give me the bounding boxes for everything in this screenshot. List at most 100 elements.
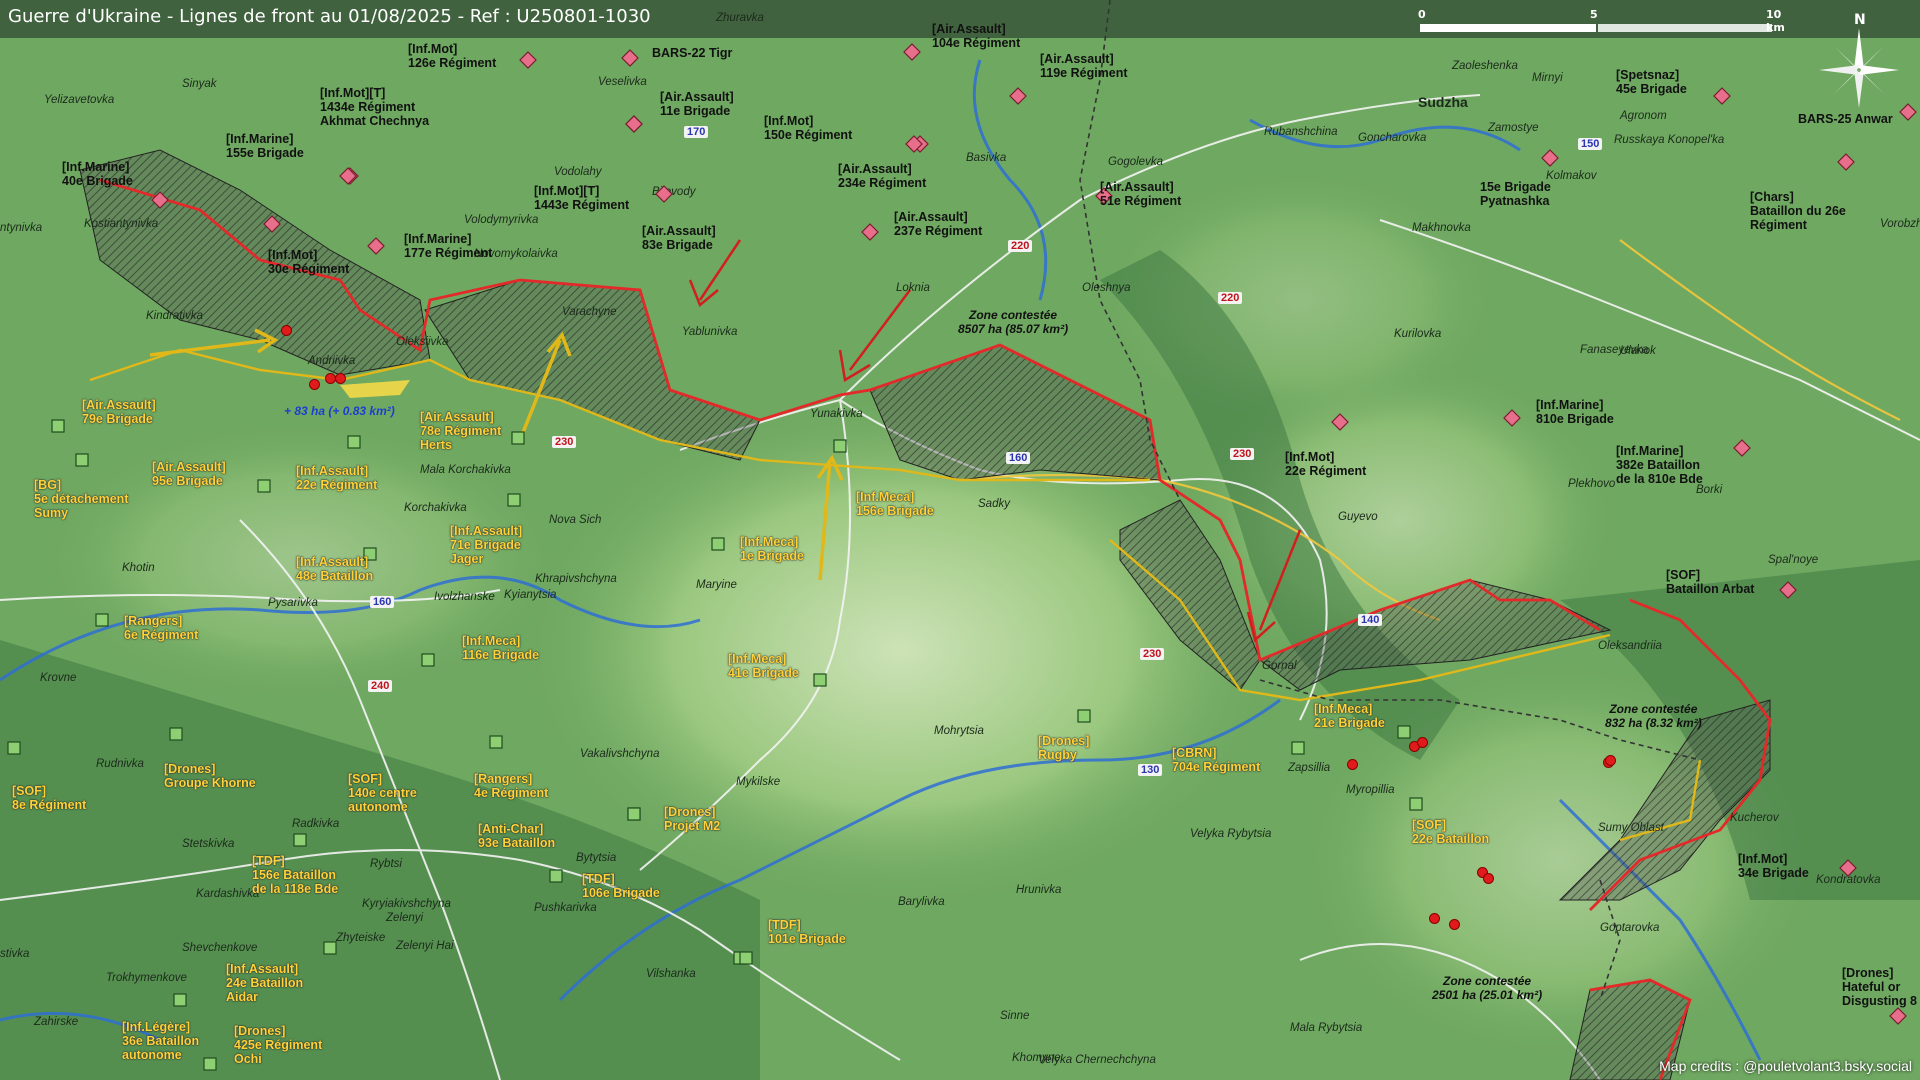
place-label: Goncharovka xyxy=(1358,132,1427,144)
contested-zone-label: Zone contestée 8507 ha (85.07 km²) xyxy=(958,308,1068,336)
place-label: Basivka xyxy=(966,152,1007,164)
ukrainian-unit-square-icon[interactable] xyxy=(255,477,273,495)
place-label: Andrіivka xyxy=(308,355,356,367)
place-label: Khrapivshchyna xyxy=(535,573,617,585)
ukrainian-unit-label: [Air.Assault] 95e Brigade xyxy=(152,460,226,488)
place-label: Kolmakov xyxy=(1546,170,1597,182)
road-number-label: 170 xyxy=(684,126,709,138)
ukrainian-unit-square-icon[interactable] xyxy=(419,651,437,669)
ukrainian-unit-label: [SOF] 140e centre autonome xyxy=(348,772,417,814)
strike-dot-icon xyxy=(309,379,320,390)
ukrainian-unit-square-icon[interactable] xyxy=(831,437,849,455)
russian-unit-label: [Inf.Mot] 126e Régiment xyxy=(408,42,497,70)
place-label: Agronom xyxy=(1620,110,1667,122)
place-label: Barylivka xyxy=(898,896,945,908)
ukrainian-unit-label: [Inf.Assault] 71e Brigade Jager xyxy=(450,524,523,566)
ukrainian-unit-square-icon[interactable] xyxy=(625,805,643,823)
map-canvas[interactable]: Guerre d'Ukraine - Lignes de front au 01… xyxy=(0,0,1920,1080)
ukrainian-unit-square-icon[interactable] xyxy=(737,949,755,967)
place-label: Korchakivka xyxy=(404,502,467,514)
road-number-label: 220 xyxy=(1008,240,1033,252)
place-label: Zhuravka xyxy=(716,12,764,24)
ukrainian-unit-label: [Inf.Assault] 22e Régiment xyxy=(296,464,378,492)
russian-unit-diamond-icon[interactable] xyxy=(1331,413,1349,431)
ukrainian-unit-square-icon[interactable] xyxy=(201,1055,219,1073)
ukrainian-unit-label: [Anti-Char] 93e Bataillon xyxy=(478,822,556,850)
russian-unit-diamond-icon[interactable] xyxy=(903,43,921,61)
place-label: Oleksandriia xyxy=(1598,640,1662,652)
russian-unit-diamond-icon[interactable] xyxy=(1733,439,1751,457)
russian-unit-diamond-icon[interactable] xyxy=(1837,153,1855,171)
place-label: Zelenyi xyxy=(386,912,424,924)
ukrainian-unit-square-icon[interactable] xyxy=(547,867,565,885)
russian-unit-diamond-icon[interactable] xyxy=(1899,103,1917,121)
ukrainian-unit-label: [TDF] 156e Bataillon de la 118e Bde xyxy=(252,854,339,896)
russian-unit-diamond-icon[interactable] xyxy=(1839,859,1857,877)
place-label: Oleksiivka xyxy=(396,336,449,348)
russian-unit-diamond-icon[interactable] xyxy=(905,135,923,153)
place-label: Vilshanka xyxy=(646,968,696,980)
ukrainian-unit-square-icon[interactable] xyxy=(1395,723,1413,741)
road-number-label: 240 xyxy=(368,680,393,692)
place-label: Shevchenkove xyxy=(182,942,258,954)
russian-unit-diamond-icon[interactable] xyxy=(1779,581,1797,599)
ukrainian-unit-square-icon[interactable] xyxy=(1407,795,1425,813)
ukrainian-unit-square-icon[interactable] xyxy=(487,733,505,751)
road-number-label: 160 xyxy=(1006,452,1031,464)
russian-unit-diamond-icon[interactable] xyxy=(1713,87,1731,105)
place-label: Varachyne xyxy=(562,306,617,318)
ukrainian-unit-square-icon[interactable] xyxy=(345,433,363,451)
scale-label: 5 xyxy=(1590,8,1598,21)
russian-unit-diamond-icon[interactable] xyxy=(1889,1007,1907,1025)
ukrainian-unit-square-icon[interactable] xyxy=(73,451,91,469)
ukrainian-unit-label: [SOF] 22e Bataillon xyxy=(1412,818,1490,846)
russian-unit-diamond-icon[interactable] xyxy=(625,115,643,133)
russian-unit-diamond-icon[interactable] xyxy=(519,51,537,69)
ukrainian-unit-square-icon[interactable] xyxy=(1075,707,1093,725)
ukrainian-unit-square-icon[interactable] xyxy=(5,739,23,757)
place-label: Plekhovo xyxy=(1568,478,1616,490)
place-label: Rudnivka xyxy=(96,758,144,770)
russian-unit-diamond-icon[interactable] xyxy=(367,237,385,255)
ukrainian-unit-square-icon[interactable] xyxy=(167,725,185,743)
ukrainian-unit-square-icon[interactable] xyxy=(49,417,67,435)
russian-unit-diamond-icon[interactable] xyxy=(1009,87,1027,105)
russian-unit-diamond-icon[interactable] xyxy=(1541,149,1559,167)
ukrainian-unit-label: [Inf.Meca] 116e Brigade xyxy=(462,634,540,662)
ukrainian-unit-square-icon[interactable] xyxy=(505,491,523,509)
russian-unit-diamond-icon[interactable] xyxy=(861,223,879,241)
zone-text: Zone contestée 832 ha (8.32 km²) xyxy=(1605,702,1702,730)
compass-rose: N xyxy=(1814,8,1904,108)
place-label: Vorobzh xyxy=(1880,218,1920,230)
ukrainian-unit-square-icon[interactable] xyxy=(291,831,309,849)
place-label: Hrunivka xyxy=(1016,884,1062,896)
terrain-layer xyxy=(0,0,1920,1080)
ukrainian-unit-square-icon[interactable] xyxy=(171,991,189,1009)
russian-unit-diamond-icon[interactable] xyxy=(263,215,281,233)
place-label: Gornal xyxy=(1262,660,1297,672)
ukrainian-unit-square-icon[interactable] xyxy=(811,671,829,689)
strike-dot-icon xyxy=(335,373,346,384)
ukrainian-unit-square-icon[interactable] xyxy=(321,939,339,957)
russian-unit-diamond-icon[interactable] xyxy=(655,185,673,203)
ukrainian-unit-square-icon[interactable] xyxy=(93,611,111,629)
scale-segment xyxy=(1420,24,1596,32)
russian-unit-diamond-icon[interactable] xyxy=(1503,409,1521,427)
ukrainian-unit-square-icon[interactable] xyxy=(709,535,727,553)
ukrainian-unit-square-icon[interactable] xyxy=(509,429,527,447)
russian-unit-label: [SOF] Bataillon Arbat xyxy=(1666,568,1755,596)
russian-unit-diamond-icon[interactable] xyxy=(151,191,169,209)
ukrainian-unit-square-icon[interactable] xyxy=(1289,739,1307,757)
road-number-label: 150 xyxy=(1578,138,1603,150)
contested-zone-label: Zone contestée 832 ha (8.32 km²) xyxy=(1605,702,1702,730)
ukrainian-unit-label: [Rangers] 6e Régiment xyxy=(124,614,199,642)
place-label: Nova Sich xyxy=(549,514,602,526)
place-label: Zelenyi Hai xyxy=(396,940,454,952)
russian-unit-diamond-icon[interactable] xyxy=(339,167,357,185)
russian-unit-diamond-icon[interactable] xyxy=(621,49,639,67)
place-label: Yunakivka xyxy=(810,408,863,420)
ukrainian-unit-label: [Drones] Rugby xyxy=(1038,734,1090,762)
russian-unit-label: [Inf.Marine] 155e Brigade xyxy=(226,132,304,160)
place-label: Guyevo xyxy=(1338,511,1378,523)
ukrainian-unit-label: [Inf.Légère] 36e Bataillon autonome xyxy=(122,1020,200,1062)
